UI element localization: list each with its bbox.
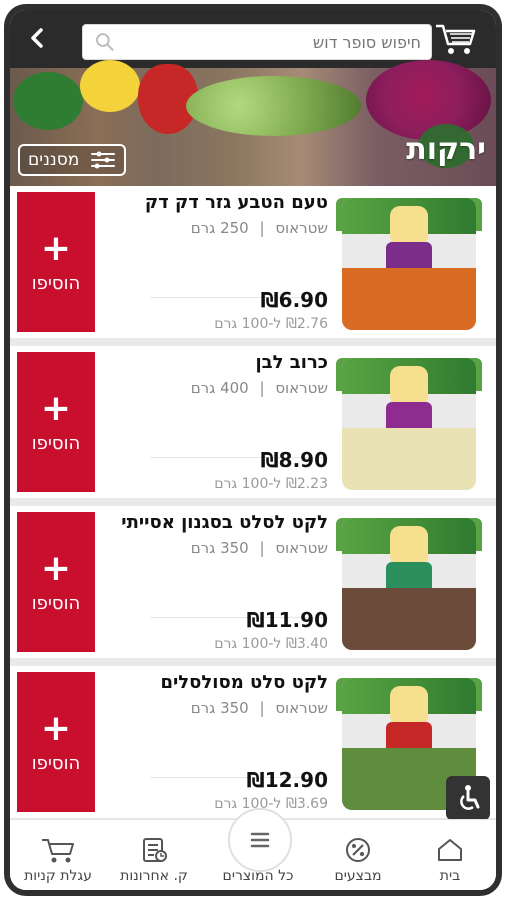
product-list: + הוסיפו טעם הטבע גזר דק דק שטראוס | 250… <box>10 186 496 836</box>
hero-image-grapes <box>186 76 361 136</box>
add-button-label: הוסיפו <box>31 272 81 294</box>
product-name: לקט לסלט בסגנון אסייתי <box>121 512 328 533</box>
product-brand: שטראוס <box>275 379 328 397</box>
add-button-label: הוסיפו <box>31 752 81 774</box>
filter-label: מסננים <box>28 150 80 170</box>
product-size: 400 גרם <box>190 379 249 397</box>
product-size: 350 גרם <box>190 539 249 557</box>
device-frame: מסננים ירקות + הוסיפו טעם הטבע גזר ד <box>4 4 502 896</box>
product-card[interactable]: + הוסיפו לקט לסלט בסגנון אסייתי שטראוס |… <box>10 506 496 658</box>
package-content <box>342 588 476 650</box>
nav-home[interactable]: בית <box>402 836 496 884</box>
add-to-cart-button[interactable]: + הוסיפו <box>17 192 95 332</box>
product-meta: שטראוס | 400 גרם <box>108 378 328 398</box>
add-button-label: הוסיפו <box>31 592 81 614</box>
product-info: כרוב לבן שטראוס | 400 גרם ₪8.90 ₪2.23 ל-… <box>108 352 328 492</box>
nav-cart-label: עגלת קניות <box>24 868 92 884</box>
product-brand: שטראוס <box>275 699 328 717</box>
add-button-label: הוסיפו <box>31 432 81 454</box>
add-to-cart-button[interactable]: + הוסיפו <box>17 352 95 492</box>
filter-button[interactable]: מסננים <box>18 144 126 176</box>
product-card[interactable]: + הוסיפו טעם הטבע גזר דק דק שטראוס | 250… <box>10 186 496 338</box>
product-price: ₪8.90 <box>260 448 328 472</box>
product-image[interactable] <box>336 518 482 650</box>
package-logo <box>390 686 428 726</box>
search-bar[interactable] <box>82 24 432 60</box>
nav-promotions-label: מבצעים <box>334 868 382 884</box>
hero-image-pepper-yellow <box>80 60 140 112</box>
package-content <box>342 268 476 330</box>
meta-separator: | <box>259 699 265 717</box>
product-meta: שטראוס | 250 גרם <box>108 218 328 238</box>
cart-icon <box>436 24 476 54</box>
bottom-navigation: עגלת קניות ק. אחרונות כל המוצרים מבצעים … <box>10 808 496 890</box>
filter-icon <box>91 151 115 169</box>
product-card[interactable]: + הוסיפו לקט סלט מסולסלים שטראוס | 350 ג… <box>10 666 496 818</box>
cart-button[interactable] <box>434 22 478 56</box>
package-logo <box>390 526 428 566</box>
plus-icon: + <box>40 387 72 429</box>
product-name: לקט סלט מסולסלים <box>160 672 328 693</box>
add-to-cart-button[interactable]: + הוסיפו <box>17 672 95 812</box>
add-to-cart-button[interactable]: + הוסיפו <box>17 512 95 652</box>
wheelchair-icon <box>460 785 480 810</box>
product-meta: שטראוס | 350 גרם <box>108 538 328 558</box>
product-brand: שטראוס <box>275 539 328 557</box>
nav-home-label: בית <box>439 868 461 884</box>
recent-purchases-icon <box>106 836 202 864</box>
meta-separator: | <box>259 379 265 397</box>
unit-price: ₪2.23 ל-100 גרם <box>214 476 328 492</box>
nav-recent-purchases[interactable]: ק. אחרונות <box>106 836 202 884</box>
product-meta: שטראוס | 350 גרם <box>108 698 328 718</box>
product-image[interactable] <box>336 198 482 330</box>
chevron-left-icon <box>31 28 43 48</box>
product-price: ₪12.90 <box>246 768 328 792</box>
accessibility-button[interactable] <box>446 776 490 820</box>
product-size: 250 גרם <box>190 219 249 237</box>
product-package <box>342 198 476 330</box>
product-info: טעם הטבע גזר דק דק שטראוס | 250 גרם ₪6.9… <box>108 192 328 332</box>
package-logo <box>390 206 428 246</box>
product-card[interactable]: + הוסיפו כרוב לבן שטראוס | 400 גרם ₪8.90… <box>10 346 496 498</box>
category-title: ירקות <box>406 132 486 167</box>
search-icon <box>95 33 114 51</box>
app-screen: מסננים ירקות + הוסיפו טעם הטבע גזר ד <box>10 10 496 890</box>
plus-icon: + <box>40 227 72 269</box>
nav-all-products[interactable]: כל המוצרים <box>210 836 306 884</box>
package-logo <box>390 366 428 406</box>
cart-icon <box>10 836 106 864</box>
product-name: טעם הטבע גזר דק דק <box>144 192 328 213</box>
product-name: כרוב לבן <box>255 352 328 373</box>
hero-image-cucumber <box>13 72 83 130</box>
product-package <box>342 358 476 490</box>
nav-recent-label: ק. אחרונות <box>120 868 188 884</box>
meta-separator: | <box>259 219 265 237</box>
nav-promotions[interactable]: מבצעים <box>310 836 406 884</box>
product-info: לקט לסלט בסגנון אסייתי שטראוס | 350 גרם … <box>108 512 328 652</box>
product-brand: שטראוס <box>275 219 328 237</box>
product-price: ₪11.90 <box>246 608 328 632</box>
product-package <box>342 518 476 650</box>
home-icon <box>402 836 496 864</box>
plus-icon: + <box>40 707 72 749</box>
product-price: ₪6.90 <box>260 288 328 312</box>
unit-price: ₪2.76 ל-100 גרם <box>214 316 328 332</box>
product-info: לקט סלט מסולסלים שטראוס | 350 גרם ₪12.90… <box>108 672 328 812</box>
category-hero: מסננים ירקות <box>10 60 496 186</box>
meta-separator: | <box>259 539 265 557</box>
percent-icon <box>310 836 406 864</box>
package-content <box>342 428 476 490</box>
unit-price: ₪3.40 ל-100 גרם <box>214 636 328 652</box>
search-input[interactable] <box>116 32 431 52</box>
product-size: 350 גרם <box>190 699 249 717</box>
product-image[interactable] <box>336 358 482 490</box>
nav-all-products-label: כל המוצרים <box>222 868 294 884</box>
nav-cart[interactable]: עגלת קניות <box>10 836 106 884</box>
plus-icon: + <box>40 547 72 589</box>
back-button[interactable] <box>24 24 52 52</box>
